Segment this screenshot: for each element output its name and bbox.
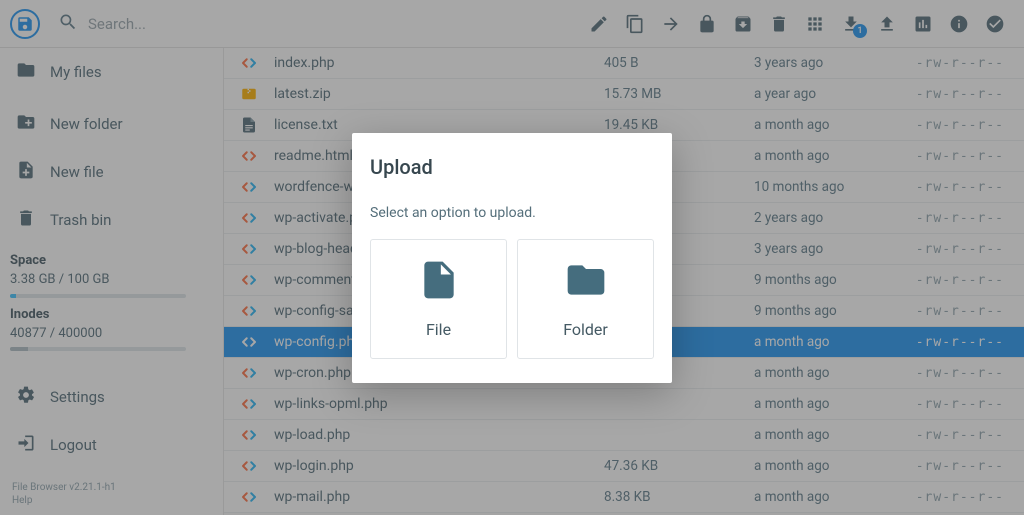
folder-icon [564,258,608,306]
upload-modal: Upload Select an option to upload. File … [352,133,672,383]
upload-folder-label: Folder [563,320,608,339]
file-icon [417,258,461,306]
modal-title: Upload [370,155,654,179]
modal-overlay[interactable]: Upload Select an option to upload. File … [0,0,1024,515]
upload-file-label: File [426,320,451,339]
modal-subtitle: Select an option to upload. [370,205,654,221]
upload-file-card[interactable]: File [370,239,507,359]
upload-folder-card[interactable]: Folder [517,239,654,359]
